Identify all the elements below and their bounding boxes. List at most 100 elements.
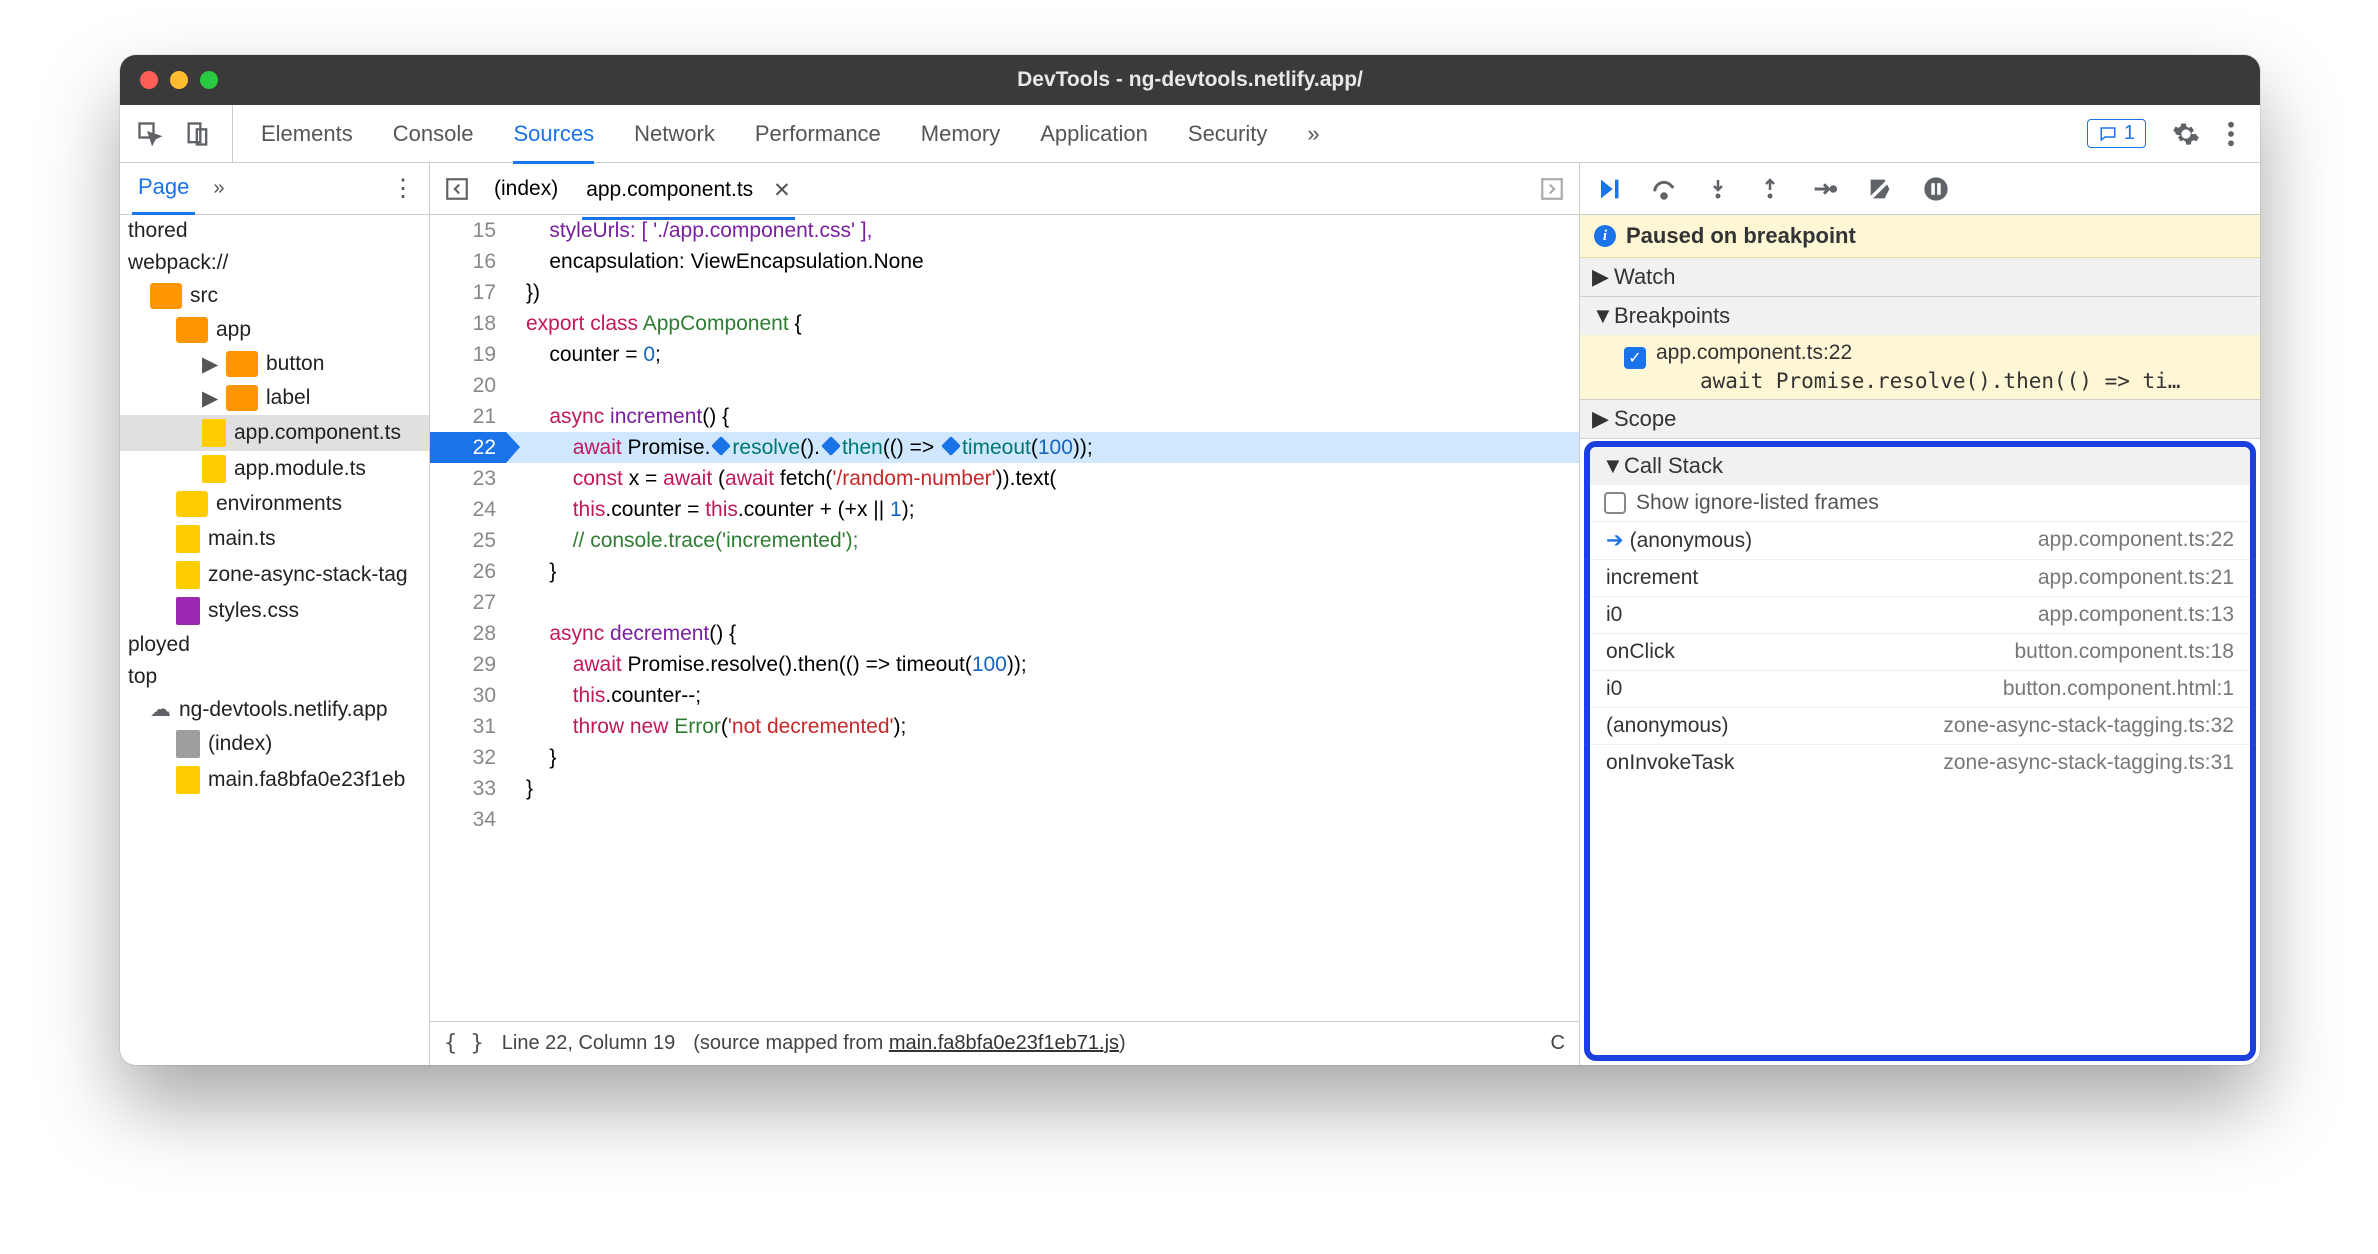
code-line[interactable]: // console.trace('incremented'); [506, 525, 1579, 556]
code-line[interactable]: } [506, 773, 1579, 804]
line-number[interactable]: 29 [430, 649, 506, 680]
breakpoint-checkbox[interactable]: ✓ [1624, 347, 1646, 369]
tree-node[interactable]: zone-async-stack-tag [120, 557, 429, 593]
code-line[interactable]: async increment() { [506, 401, 1579, 432]
tab-elements[interactable]: Elements [261, 121, 353, 147]
line-number[interactable]: 23 [430, 463, 506, 494]
line-number[interactable]: 18 [430, 308, 506, 339]
tree-node[interactable]: src [120, 279, 429, 313]
tree-node[interactable]: top [120, 661, 429, 693]
tab-security[interactable]: Security [1188, 121, 1267, 147]
line-number[interactable]: 32 [430, 742, 506, 773]
code-line[interactable]: export class AppComponent { [506, 308, 1579, 339]
settings-icon[interactable] [2172, 120, 2200, 148]
code-line[interactable]: } [506, 556, 1579, 587]
navigator-menu-icon[interactable]: ⋮ [391, 174, 415, 203]
tree-node[interactable]: thored [120, 215, 429, 247]
call-stack-frame[interactable]: onInvokeTaskzone-async-stack-tagging.ts:… [1590, 744, 2250, 781]
close-tab-icon[interactable]: ✕ [773, 178, 791, 203]
code-line[interactable]: this.counter--; [506, 680, 1579, 711]
line-number-current[interactable]: 22 [430, 432, 506, 463]
collapse-icon[interactable]: ▼ [1592, 303, 1606, 329]
code-line-current[interactable]: await Promise.resolve().then(() => timeo… [506, 432, 1579, 463]
editor-tab-index[interactable]: (index) [490, 171, 562, 207]
line-number[interactable]: 28 [430, 618, 506, 649]
line-number[interactable]: 16 [430, 246, 506, 277]
close-window-button[interactable] [140, 71, 158, 89]
tabs-overflow[interactable]: » [1307, 121, 1319, 147]
navigator-overflow[interactable]: » [213, 177, 224, 200]
call-stack-frame[interactable]: (anonymous)zone-async-stack-tagging.ts:3… [1590, 707, 2250, 744]
line-number[interactable]: 34 [430, 804, 506, 835]
code-line[interactable]: encapsulation: ViewEncapsulation.None [506, 246, 1579, 277]
tree-node[interactable]: styles.css [120, 593, 429, 629]
tab-sources[interactable]: Sources [513, 121, 594, 164]
code-line[interactable]: counter = 0; [506, 339, 1579, 370]
nav-back-icon[interactable] [444, 176, 470, 202]
tree-node[interactable]: ☁ng-devtools.netlify.app [120, 693, 429, 726]
tab-performance[interactable]: Performance [755, 121, 881, 147]
file-tree[interactable]: thored webpack:// src app ▶button ▶label… [120, 215, 429, 1065]
call-stack-frame[interactable]: i0app.component.ts:13 [1590, 596, 2250, 633]
tree-node[interactable]: ployed [120, 629, 429, 661]
tree-node[interactable]: app.module.ts [120, 451, 429, 487]
line-number[interactable]: 30 [430, 680, 506, 711]
line-number[interactable]: 26 [430, 556, 506, 587]
tree-node[interactable]: webpack:// [120, 247, 429, 279]
call-stack-frame[interactable]: i0button.component.html:1 [1590, 670, 2250, 707]
call-stack-header[interactable]: ▼Call Stack [1590, 447, 2250, 485]
step-over-icon[interactable] [1650, 175, 1678, 203]
pretty-print-icon[interactable]: { } [444, 1031, 484, 1056]
tree-node[interactable]: (index) [120, 726, 429, 762]
checkbox-icon[interactable] [1604, 492, 1626, 514]
show-ignored-toggle[interactable]: Show ignore-listed frames [1590, 485, 2250, 521]
scope-section[interactable]: ▶Scope [1580, 400, 2260, 439]
breakpoints-section[interactable]: ▼Breakpoints ✓app.component.ts:22 await … [1580, 297, 2260, 400]
inspect-element-icon[interactable] [136, 120, 164, 148]
tab-memory[interactable]: Memory [921, 121, 1000, 147]
code-line[interactable]: throw new Error('not decremented'); [506, 711, 1579, 742]
expand-icon[interactable]: ▶ [1592, 264, 1606, 290]
expand-icon[interactable]: ▶ [1592, 406, 1606, 432]
nav-forward-icon[interactable] [1539, 176, 1565, 202]
code-line[interactable]: this.counter = this.counter + (+x || 1); [506, 494, 1579, 525]
tree-node[interactable]: ▶button [120, 347, 429, 381]
line-number[interactable]: 33 [430, 773, 506, 804]
tree-node[interactable]: main.ts [120, 521, 429, 557]
tree-node-selected[interactable]: app.component.ts [120, 415, 429, 451]
code-line[interactable]: await Promise.resolve().then(() => timeo… [506, 649, 1579, 680]
tab-application[interactable]: Application [1040, 121, 1148, 147]
source-map-link[interactable]: main.fa8bfa0e23f1eb71.js [889, 1032, 1119, 1054]
navigator-tab-page[interactable]: Page [132, 163, 195, 215]
tree-node[interactable]: environments [120, 487, 429, 521]
line-number[interactable]: 21 [430, 401, 506, 432]
tree-node[interactable]: ▶label [120, 381, 429, 415]
resume-icon[interactable] [1594, 175, 1622, 203]
expand-icon[interactable]: ▶ [202, 386, 216, 411]
device-toolbar-icon[interactable] [184, 120, 212, 148]
expand-icon[interactable]: ▶ [202, 352, 216, 377]
line-number[interactable]: 25 [430, 525, 506, 556]
tab-console[interactable]: Console [393, 121, 474, 147]
line-number[interactable]: 31 [430, 711, 506, 742]
step-icon[interactable] [1810, 175, 1838, 203]
line-number[interactable]: 19 [430, 339, 506, 370]
collapse-icon[interactable]: ▼ [1602, 453, 1616, 479]
code-line[interactable] [506, 804, 1579, 835]
messages-badge[interactable]: 1 [2087, 119, 2146, 148]
line-number[interactable]: 15 [430, 215, 506, 246]
minimize-window-button[interactable] [170, 71, 188, 89]
line-number[interactable]: 17 [430, 277, 506, 308]
call-stack-frame[interactable]: onClickbutton.component.ts:18 [1590, 633, 2250, 670]
code-line[interactable]: const x = await (await fetch('/random-nu… [506, 463, 1579, 494]
tab-network[interactable]: Network [634, 121, 715, 147]
breakpoint-item[interactable]: ✓app.component.ts:22 await Promise.resol… [1580, 335, 2260, 399]
zoom-window-button[interactable] [200, 71, 218, 89]
step-out-icon[interactable] [1758, 175, 1782, 203]
more-menu-icon[interactable] [2226, 120, 2236, 148]
watch-section[interactable]: ▶Watch [1580, 258, 2260, 297]
code-line[interactable]: async decrement() { [506, 618, 1579, 649]
code-line[interactable]: styleUrls: [ './app.component.css' ], [506, 215, 1579, 246]
tree-node[interactable]: app [120, 313, 429, 347]
pause-on-exceptions-icon[interactable] [1922, 175, 1950, 203]
